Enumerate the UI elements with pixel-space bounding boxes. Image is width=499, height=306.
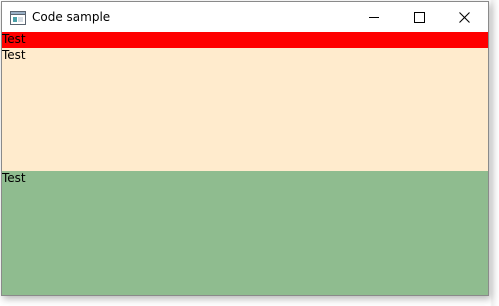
- minimize-icon: [369, 17, 379, 18]
- app-window-icon: [10, 10, 26, 25]
- row-label: Test: [2, 48, 26, 62]
- row-label: Test: [2, 32, 26, 46]
- maximize-button[interactable]: [397, 2, 442, 32]
- minimize-button[interactable]: [352, 2, 397, 32]
- app-window: Code sample Test Test Test: [1, 1, 489, 296]
- close-icon: [459, 12, 470, 23]
- row-label: Test: [2, 171, 26, 185]
- close-button[interactable]: [442, 2, 487, 32]
- dark-sea-green-row: Test: [2, 171, 488, 295]
- red-row: Test: [2, 32, 488, 48]
- title-bar[interactable]: Code sample: [2, 2, 488, 32]
- window-title: Code sample: [32, 10, 111, 24]
- blanched-almond-row: Test: [2, 48, 488, 171]
- window-content: Test Test Test: [2, 32, 488, 295]
- maximize-icon: [414, 12, 425, 23]
